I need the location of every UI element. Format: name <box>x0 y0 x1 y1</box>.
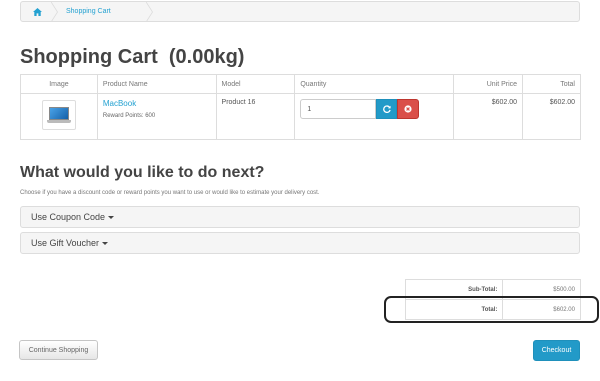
unit-price-value: $602.00 <box>491 99 518 106</box>
product-image-cell <box>20 93 98 140</box>
next-steps-description: Choose if you have a discount code or re… <box>20 190 320 196</box>
page-title: Shopping Cart (0.00kg) <box>20 46 245 68</box>
cart-table-header-row: Image Product Name Model Quantity Unit P… <box>20 74 581 94</box>
column-header-quantity: Quantity <box>294 74 455 94</box>
breadcrumb-separator <box>145 2 152 21</box>
reward-points-text: Reward Points: 600 <box>102 113 156 119</box>
quantity-input[interactable] <box>300 99 377 119</box>
total-value: $602.00 <box>502 299 581 320</box>
caret-down-icon <box>102 241 109 245</box>
column-header-product-name: Product Name <box>96 74 217 94</box>
total-cell: $602.00 <box>522 93 581 140</box>
subtotal-value: $500.00 <box>502 279 581 300</box>
column-header-total: Total <box>522 74 581 94</box>
breadcrumb-shopping-cart-link[interactable]: Shopping Cart <box>66 2 111 21</box>
subtotal-label: Sub-Total: <box>404 279 504 300</box>
laptop-icon <box>48 107 69 120</box>
table-row: MacBook Reward Points: 600 Product 16 1 … <box>20 93 581 140</box>
product-name-link[interactable]: MacBook <box>103 99 211 108</box>
column-header-unit-price: Unit Price <box>453 74 524 94</box>
model-cell: Product 16 <box>215 93 296 140</box>
coupon-code-panel[interactable]: Use Coupon Code <box>20 206 580 228</box>
coupon-code-label: Use Coupon Code <box>31 212 106 222</box>
remove-icon <box>404 105 412 113</box>
row-total-value: $602.00 <box>549 99 575 106</box>
cart-table: Image Product Name Model Quantity Unit P… <box>20 74 581 140</box>
gift-voucher-label: Use Gift Voucher <box>31 238 100 248</box>
caret-down-icon <box>108 215 115 219</box>
totals-table: Sub-Total: $500.00 Total: $602.00 <box>404 279 581 320</box>
update-quantity-button[interactable] <box>376 99 398 119</box>
quantity-group <box>300 99 448 119</box>
total-row: Total: $602.00 <box>404 299 581 320</box>
column-header-image: Image <box>20 74 98 94</box>
unit-price-cell: $602.00 <box>453 93 524 140</box>
gift-voucher-panel[interactable]: Use Gift Voucher <box>20 232 580 254</box>
checkout-button[interactable]: Checkout <box>533 340 580 361</box>
quantity-cell <box>294 93 455 140</box>
next-steps-title: What would you like to do next? <box>20 164 265 181</box>
refresh-icon <box>382 105 391 113</box>
breadcrumb-separator <box>50 2 57 21</box>
product-name-cell: MacBook Reward Points: 600 <box>96 93 217 140</box>
breadcrumb: Shopping Cart <box>20 1 580 22</box>
home-icon <box>32 7 42 16</box>
breadcrumb-home-link[interactable] <box>21 2 53 21</box>
subtotal-row: Sub-Total: $500.00 <box>404 279 581 300</box>
model-value: Product 16 <box>221 99 256 106</box>
remove-item-button[interactable] <box>397 99 420 119</box>
continue-shopping-button[interactable]: Continue Shopping <box>19 340 98 360</box>
product-thumbnail[interactable] <box>41 100 76 130</box>
column-header-model: Model <box>215 74 296 94</box>
total-label: Total: <box>404 299 504 320</box>
laptop-base <box>46 120 71 123</box>
